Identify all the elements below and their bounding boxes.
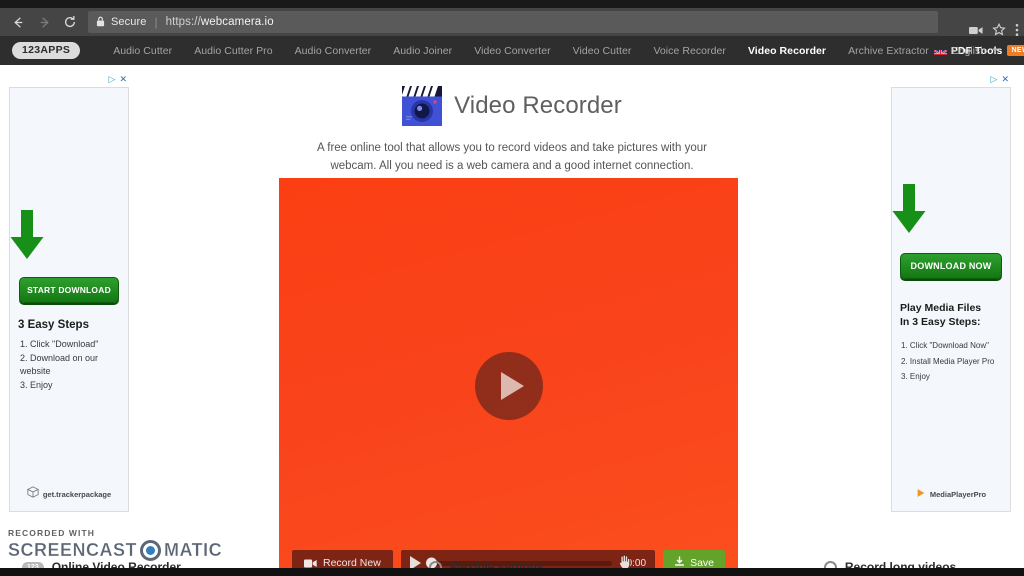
play-circle-icon[interactable]: [474, 352, 543, 420]
watermark-word-left: SCREENCAST: [8, 540, 138, 560]
language-selector[interactable]: English ▼ ⋮: [933, 36, 1018, 65]
ad-left-footer: get.trackerpackage: [10, 485, 128, 503]
ad-right-step-3: 3. Enjoy: [901, 371, 930, 381]
url-text: https://webcamera.io: [166, 16, 274, 28]
ad-right-heading-line2: In 3 Easy Steps:: [900, 316, 981, 329]
ad-right-heading: Play Media Files In 3 Easy Steps:: [900, 301, 1010, 329]
page-subtitle: A free online tool that allows you to re…: [317, 142, 707, 172]
play-triangle-icon: [916, 485, 926, 503]
nav-item-video-cutter[interactable]: Video Cutter: [562, 45, 643, 57]
url-scheme: https://: [165, 16, 201, 28]
ad-left[interactable]: ▷ ✕ START DOWNLOAD 3 Easy Steps 1. Click…: [9, 74, 129, 512]
uk-flag-icon: [933, 46, 947, 55]
back-arrow-icon[interactable]: [6, 10, 30, 34]
ad-right-brand: MediaPlayerPro: [929, 489, 987, 499]
page-content: Video Recorder A free online tool that a…: [0, 65, 1024, 576]
nav-item-audio-joiner[interactable]: Audio Joiner: [382, 45, 463, 57]
nav-item-audio-cutter[interactable]: Audio Cutter: [102, 45, 183, 57]
ad-left-step-2: 2. Download on our website: [20, 352, 99, 377]
ad-right-heading-line1: Play Media Files: [900, 302, 982, 314]
close-icon[interactable]: ✕: [1001, 74, 1009, 85]
chevron-down-icon[interactable]: ▼: [991, 46, 999, 55]
ad-right-header: ▷ ✕: [991, 74, 1009, 85]
browser-toolbar: Secure | https://webcamera.io: [0, 8, 1024, 37]
cast-icon[interactable]: [969, 25, 983, 36]
play-triangle: [500, 372, 524, 400]
target-ring-icon: [140, 540, 162, 561]
address-bar[interactable]: Secure | https://webcamera.io: [88, 11, 938, 33]
ad-left-brand: get.trackerpackage: [42, 489, 112, 499]
navigation-buttons: [0, 10, 82, 34]
nav-items: Audio Cutter Audio Cutter Pro Audio Conv…: [102, 45, 1024, 57]
nav-item-audio-converter[interactable]: Audio Converter: [284, 45, 383, 57]
arrow-down-icon: [10, 210, 128, 265]
reload-icon[interactable]: [58, 10, 82, 34]
video-player[interactable]: Record New 0:00 Save: [279, 178, 738, 576]
nav-item-video-converter[interactable]: Video Converter: [463, 45, 561, 57]
ad-left-header: ▷ ✕: [109, 74, 127, 85]
watermark-caption: RECORDED WITH: [8, 528, 96, 538]
target-dot: [146, 546, 156, 555]
page-title: Video Recorder: [454, 92, 622, 119]
nav-overflow-icon[interactable]: ⋮: [1007, 45, 1018, 56]
forward-arrow-icon: [32, 10, 56, 34]
ad-left-step-1: 1. Click "Download": [20, 339, 99, 349]
ad-right-footer: MediaPlayerPro: [892, 485, 1010, 503]
ad-right-download-button[interactable]: DOWNLOAD NOW: [900, 253, 1002, 279]
watermark-logo: SCREENCAST MATIC: [8, 540, 238, 561]
close-icon[interactable]: ✕: [119, 74, 127, 85]
browser-tabstrip: [0, 0, 1024, 8]
ad-choices-icon[interactable]: ▷: [109, 74, 116, 85]
ad-right[interactable]: ▷ ✕ DOWNLOAD NOW Play Media Files In 3 E…: [891, 74, 1011, 512]
url-host: webcamera.io: [200, 16, 274, 28]
video-clapperboard-icon: [401, 86, 443, 126]
nav-item-voice-recorder[interactable]: Voice Recorder: [642, 45, 737, 57]
ad-right-step-1: 1. Click "Download Now": [901, 341, 989, 351]
package-box-icon: [26, 485, 39, 503]
language-label: English: [951, 44, 987, 57]
ad-left-steps: 1. Click "Download" 2. Download on our w…: [20, 338, 128, 392]
nav-item-video-recorder[interactable]: Video Recorder: [737, 45, 837, 57]
kebab-menu-icon[interactable]: [1015, 23, 1019, 37]
lock-icon: [96, 16, 105, 29]
nav-item-audio-cutter-pro[interactable]: Audio Cutter Pro: [183, 45, 283, 57]
page-header: Video Recorder: [0, 86, 1024, 126]
ad-left-heading: 3 Easy Steps: [18, 319, 89, 331]
watermark-word-right: MATIC: [164, 540, 223, 560]
ad-right-step-2: 2. Install Media Player Pro: [901, 356, 995, 366]
ad-right-steps: 1. Click "Download Now" 2. Install Media…: [901, 338, 1010, 384]
screencast-watermark: RECORDED WITH SCREENCAST MATIC: [8, 528, 238, 561]
site-logo-123apps[interactable]: 123APPS: [12, 42, 81, 59]
nav-item-archive-extractor[interactable]: Archive Extractor: [837, 45, 940, 57]
ad-left-download-button[interactable]: START DOWNLOAD: [19, 277, 119, 303]
address-divider: |: [154, 15, 158, 29]
bookmark-star-icon[interactable]: [992, 23, 1006, 37]
secure-label: Secure: [111, 16, 147, 28]
ad-left-step-3: 3. Enjoy: [20, 379, 53, 390]
browser-window: Secure | https://webcamera.io 123APPS Au…: [0, 0, 1024, 576]
ad-choices-icon[interactable]: ▷: [991, 74, 998, 85]
screen-bottom-edge: [0, 568, 1024, 576]
arrow-down-icon: [892, 184, 1010, 239]
site-navigation-bar: 123APPS Audio Cutter Audio Cutter Pro Au…: [0, 36, 1024, 65]
